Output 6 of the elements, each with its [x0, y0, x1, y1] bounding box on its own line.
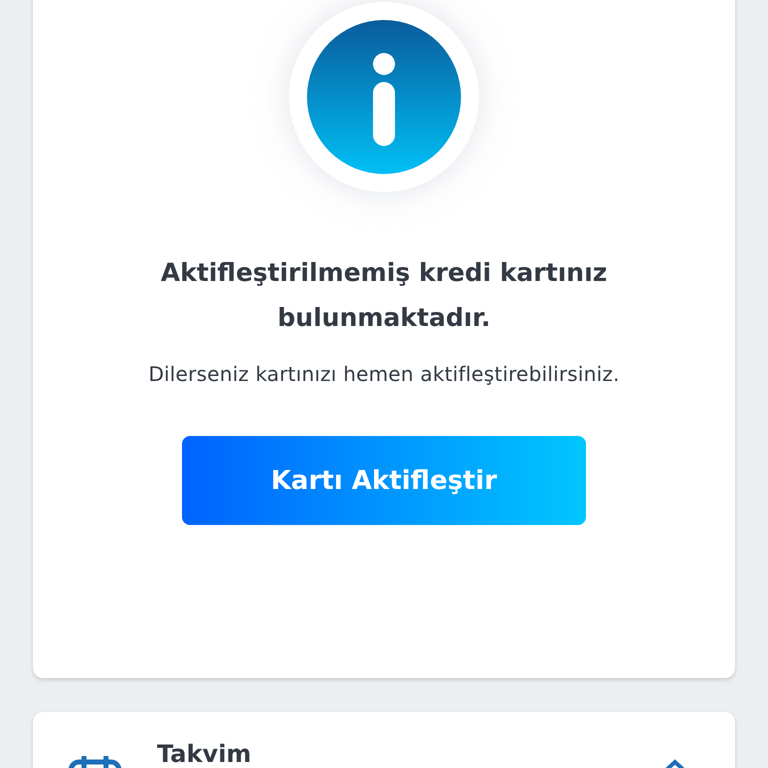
activate-card-button[interactable]: Kartı Aktifleştir [182, 436, 586, 525]
info-icon [307, 20, 461, 174]
info-message: Dilerseniz kartınızı hemen aktifleştirebilirsiniz. [148, 362, 620, 386]
calendar-title: Takvim [157, 740, 252, 768]
calendar-card[interactable]: Takvim [33, 712, 735, 768]
info-title: Aktifleştirilmemiş kredi kartınız bulunmaktadır. [160, 257, 608, 334]
